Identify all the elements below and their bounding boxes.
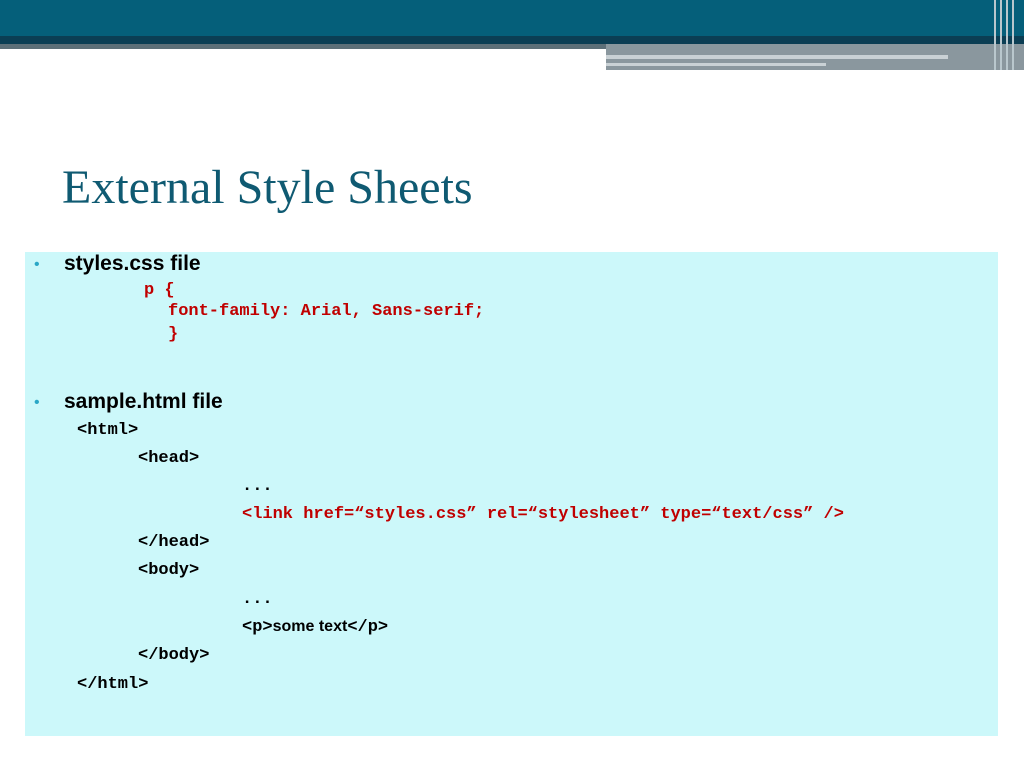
header-accent-line xyxy=(606,55,948,59)
bullet-html: • xyxy=(34,394,40,411)
header-dark-band xyxy=(0,36,1024,44)
html-code-line: </html> xyxy=(77,675,149,694)
html-code-line: ... xyxy=(242,590,273,609)
header-accent-line-short xyxy=(606,63,826,66)
html-file-heading: sample.html file xyxy=(64,390,223,413)
html-code-line: <head> xyxy=(138,449,200,468)
css-code-line: font-family: Arial, Sans-serif; xyxy=(168,302,485,321)
html-code-line-paragraph: <p>some text</p> xyxy=(242,618,389,637)
header-stripe xyxy=(1012,0,1014,70)
html-code-line-link: <link href=“styles.css” rel=“stylesheet”… xyxy=(242,505,844,524)
html-code-line: </body> xyxy=(138,646,210,665)
header-bar xyxy=(0,0,1024,36)
p-open-tag: <p> xyxy=(242,618,273,637)
slide-title: External Style Sheets xyxy=(62,161,473,214)
header-stripe xyxy=(994,0,996,70)
header-grey-band xyxy=(0,44,606,49)
css-code-line: p { xyxy=(144,281,175,300)
css-code-line: } xyxy=(168,325,179,344)
bullet-css: • xyxy=(34,256,40,273)
header-stripe xyxy=(1006,0,1008,70)
p-close-tag: </p> xyxy=(347,618,389,637)
html-code-line: <html> xyxy=(77,421,139,440)
css-file-heading: styles.css file xyxy=(64,252,201,275)
html-code-line: ... xyxy=(242,477,273,496)
html-code-line: </head> xyxy=(138,533,210,552)
p-text: some text xyxy=(272,618,348,635)
header-stripe xyxy=(1000,0,1002,70)
html-code-line: <body> xyxy=(138,561,200,580)
